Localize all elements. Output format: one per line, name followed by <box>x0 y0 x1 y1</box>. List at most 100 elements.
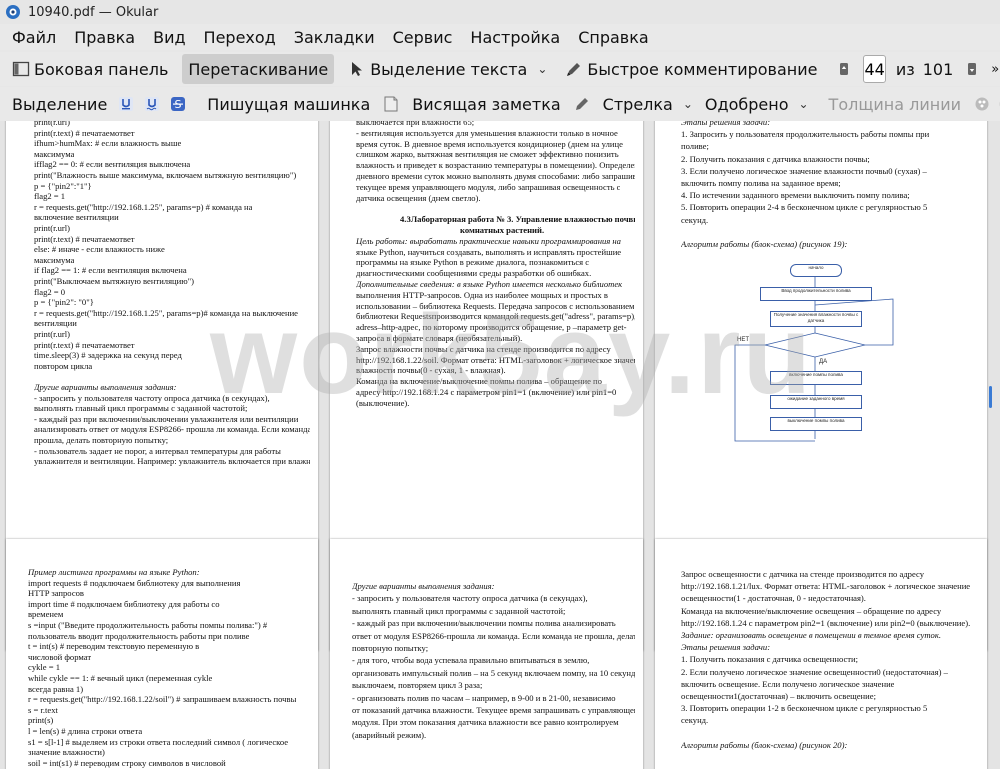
page-text-line: Запрос влажности почвы с датчика на стен… <box>356 343 611 354</box>
flowchart: начало Ввод продолжительности полива Пол… <box>715 259 915 449</box>
quick-comment-button[interactable]: Быстрое комментирование <box>559 54 823 84</box>
page-text-line: всегда равна 1) <box>28 683 84 694</box>
sidebar-icon <box>12 60 30 78</box>
page-text-line: комнатных растений. <box>460 225 545 235</box>
page-text-line: ответ от модуля ESP8266-прошла ли команд… <box>352 630 635 641</box>
typewriter-label: Пишущая машинка <box>207 94 371 114</box>
page-text-line: time.sleep(3) # задержка на секунд перед <box>34 350 182 361</box>
window-title: 10940.pdf — Okular <box>28 4 159 20</box>
page-text-line: временем <box>28 609 64 620</box>
page-text-line: пользователь вводит продолжительность ра… <box>28 630 250 641</box>
chevron-down-icon[interactable]: ⌄ <box>683 97 693 111</box>
page-text-line: - запросить у пользователя частоту опрос… <box>34 392 270 403</box>
page-text-line: Пример листинга программы на языке Pytho… <box>28 567 200 577</box>
drag-mode-button[interactable]: Перетаскивание <box>182 54 335 84</box>
menu-help[interactable]: Справка <box>578 28 649 47</box>
page-text-line: выполнять главный цикл программы с задан… <box>34 403 248 414</box>
page-text-line: библиотеки Requestsпроизводится командой… <box>356 311 635 322</box>
page-text-line: программы на языке Python в режиме диало… <box>356 257 590 268</box>
page-text-line: текущее время управляющего модуля, либо … <box>356 181 621 192</box>
approved-stamp-button[interactable]: Одобрено ⌄ <box>699 89 815 119</box>
color-icon[interactable] <box>973 95 991 113</box>
line-width-button[interactable]: Толщина линии <box>823 89 968 119</box>
flow-label-no: НЕТ <box>737 337 749 343</box>
menu-tools[interactable]: Сервис <box>393 28 453 47</box>
page-text-line: 3. Повторить операции 1-2 в бесконечном … <box>681 703 928 714</box>
page-text-line: увлажнителя и вентиляции. Например: увла… <box>34 456 310 467</box>
page-text-line: включить помпу полива на заданное время; <box>681 178 841 188</box>
approved-label: Одобрено <box>704 94 789 114</box>
next-page-icon[interactable] <box>963 60 981 78</box>
page-text-line: повтором цикла <box>34 360 93 371</box>
squiggle-underline-icon[interactable] <box>143 95 161 113</box>
scrollbar-thumb[interactable] <box>989 386 992 408</box>
page-text-line: - вентиляция используется для уменьшения… <box>356 127 618 138</box>
text-select-button[interactable]: Выделение текста ⌄ <box>342 54 553 84</box>
page-text-line: 1. Запросить у пользователя продолжитель… <box>681 129 930 140</box>
page-text-line: организовать импульсный полив – на 5 сек… <box>352 667 635 678</box>
page-text-line: Команда на включение/выключение освещени… <box>681 605 942 616</box>
page-text-line: (выключение). <box>356 397 410 408</box>
previous-page-icon[interactable] <box>835 60 853 78</box>
page-text-line: Этапы решения задачи: <box>681 121 771 127</box>
page-text-line: if flag2 == 1: # если вентиляция включен… <box>34 265 187 276</box>
page-text-line: else: # иначе - если влажность ниже <box>34 244 165 255</box>
page-text-line: языке Python, научиться создавать, выпол… <box>356 246 622 257</box>
strikeout-icon[interactable]: S <box>169 95 187 113</box>
page-text-line: использовании – библиотека Requests. Пер… <box>356 300 635 311</box>
page-text-line: повторную попытку; <box>352 643 429 653</box>
sticky-note-label: Висящая заметка <box>412 94 561 114</box>
page-of-label: из <box>895 59 915 79</box>
menu-file[interactable]: Файл <box>12 28 56 47</box>
sticky-note-button[interactable]: Висящая заметка <box>376 89 566 119</box>
page-text-line: Этапы решения задачи: <box>681 642 771 653</box>
highlight-button[interactable]: Выделение <box>6 89 113 119</box>
main-toolbar: Боковая панель Перетаскивание Выделение … <box>0 52 1000 86</box>
flow-query: Получение значения влажности почвы с дат… <box>770 311 862 327</box>
menu-bookmarks[interactable]: Закладки <box>294 28 375 47</box>
menu-go[interactable]: Переход <box>204 28 276 47</box>
drag-mode-label: Перетаскивание <box>188 59 329 79</box>
page-text-line: Команда на включение/выключение помпы по… <box>356 376 602 387</box>
menu-settings[interactable]: Настройка <box>470 28 560 47</box>
page-text-line: запроса в формате словаря (необязательны… <box>356 333 523 343</box>
menu-edit[interactable]: Правка <box>74 28 135 47</box>
page-total-label: 101 <box>922 59 954 79</box>
flow-delay: ожидание заданного время <box>770 395 862 409</box>
page-text-line: Задание: организовать освещение в помеще… <box>681 630 942 640</box>
page-text-line: влажность и приведет к возрастанию темпе… <box>356 160 635 171</box>
page-text-line: http://192.168.1.22/soil. Формат ответа:… <box>356 354 635 365</box>
text-select-label: Выделение текста <box>370 59 528 79</box>
chevron-down-icon[interactable]: ⌄ <box>798 97 808 111</box>
menu-view[interactable]: Вид <box>153 28 185 47</box>
document-viewport[interactable]: print(r.url) print(r.text) # печатаемотве… <box>0 121 1000 769</box>
page-text-line: значение влажности) <box>28 747 105 758</box>
page-text-line: от показаний датчика влажности. Текущее … <box>352 705 635 715</box>
page-text-line: адресу http://192.168.1.24 с параметром … <box>356 387 617 397</box>
page-text-line: освещенности1(достаточная) – включить ос… <box>681 691 876 701</box>
chevron-down-icon[interactable]: ⌄ <box>537 62 547 76</box>
flow-pump-on: включение помпы полива <box>770 371 862 385</box>
page-text-line: r = requests.get("http://192.168.1.25", … <box>34 201 253 212</box>
page-text-line: print(s) <box>28 715 54 726</box>
page-text-line: дневного времени суток можно выполнять д… <box>356 171 635 181</box>
toolbar-overflow-icon[interactable]: » <box>985 54 1000 84</box>
page-text-line: выключается при влажности 65; <box>356 121 475 127</box>
underline-icon[interactable] <box>117 95 135 113</box>
page-number-input[interactable]: 44 <box>863 55 886 83</box>
typewriter-button[interactable]: Пишущая машинка <box>201 89 376 119</box>
page-text-line: s =input ("Введите продолжительность раб… <box>28 620 268 630</box>
sidebar-button[interactable]: Боковая панель <box>6 54 174 84</box>
page-text-line: анализировать ответ от модуля ESP8266- п… <box>34 424 310 435</box>
flow-input: Ввод продолжительности полива <box>760 287 872 301</box>
page-text-line: 3. Если получено логическое значение вла… <box>681 165 927 176</box>
page-text-line: flag2 = 1 <box>34 191 66 202</box>
page-text-line: p = {"pin2":"1"} <box>34 180 92 191</box>
okular-app-icon <box>4 3 22 21</box>
page-text-line: http://192.168.1.24 с параметром pin2=1 … <box>681 617 971 628</box>
sidebar-label: Боковая панель <box>34 59 169 79</box>
arrow-button[interactable]: Стрелка ⌄ <box>567 89 699 119</box>
page-text-line: Дополнительные сведения: в языке Python … <box>356 279 623 289</box>
page-text-line: flag2 = 0 <box>34 286 66 297</box>
page-text-line: while cykle == 1: # вечный цикл (перемен… <box>28 673 213 683</box>
